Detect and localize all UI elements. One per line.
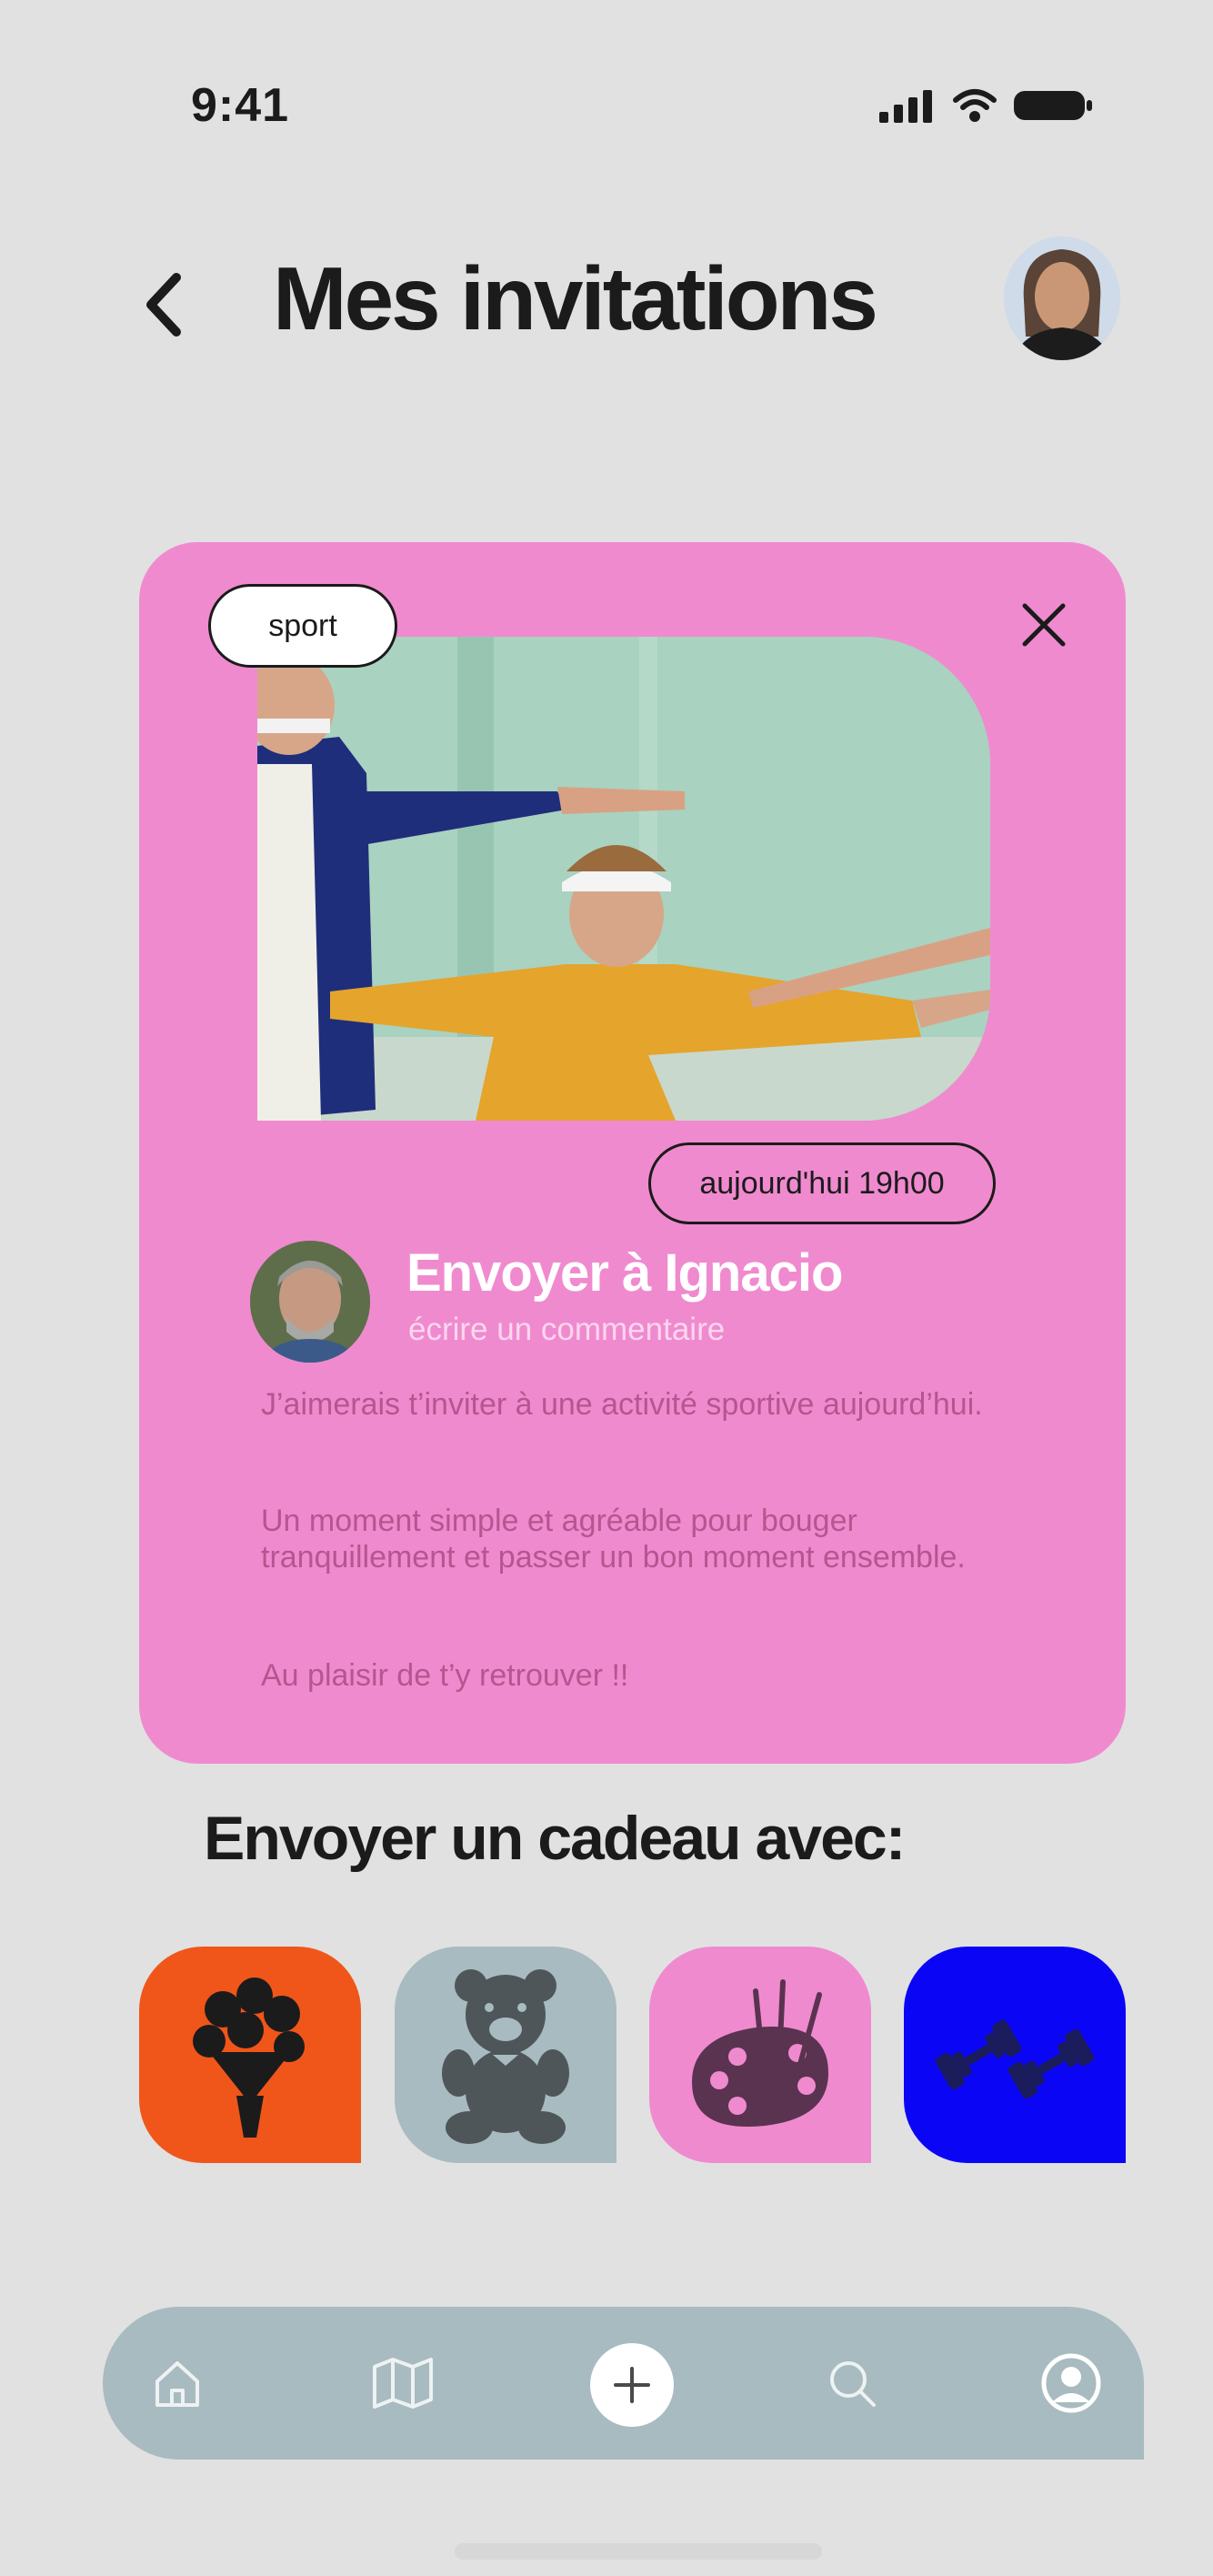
profile-icon [1041, 2353, 1101, 2413]
add-icon [614, 2367, 650, 2403]
nav-map[interactable] [366, 2347, 439, 2420]
nav-search[interactable] [816, 2347, 888, 2420]
datetime-badge: aujourd'hui 19h00 [648, 1142, 996, 1224]
gift-dumbbells-button[interactable] [904, 1947, 1126, 2163]
page-title: Mes invitations [273, 248, 878, 348]
category-tag: sport [208, 584, 397, 668]
recipient-avatar [250, 1241, 370, 1363]
dumbbells-icon [935, 2020, 1095, 2098]
nav-profile[interactable] [1035, 2347, 1108, 2420]
status-time: 9:41 [191, 79, 290, 132]
send-to-title: Envoyer à Ignacio [406, 1243, 843, 1303]
invitation-card: sport aujourd'hui 19h00 Envoyer à Ignaci… [139, 542, 1126, 1764]
chevron-left-icon [146, 273, 181, 337]
gift-bouquet-button[interactable] [139, 1947, 361, 2163]
wifi-icon [953, 89, 997, 122]
teddy-bear-icon [442, 1969, 569, 2144]
bouquet-icon [193, 1977, 305, 2138]
paint-palette-icon [692, 1979, 828, 2127]
user-avatar[interactable] [1004, 236, 1120, 360]
gift-section-title: Envoyer un cadeau avec: [204, 1804, 906, 1873]
close-icon [1022, 603, 1066, 647]
activity-photo [257, 637, 990, 1121]
message-paragraph: Au plaisir de t’y retrouver !! [261, 1658, 629, 1693]
message-paragraph: J’aimerais t’inviter à une activité spor… [261, 1387, 983, 1422]
nav-home[interactable] [141, 2347, 214, 2420]
gift-palette-button[interactable] [649, 1947, 871, 2163]
search-icon [830, 2361, 876, 2407]
nav-add-button[interactable] [590, 2343, 674, 2427]
gift-teddy-button[interactable] [395, 1947, 617, 2163]
map-icon [373, 2358, 433, 2409]
bottom-navigation [103, 2307, 1144, 2460]
home-indicator [455, 2543, 822, 2560]
back-button[interactable] [136, 268, 191, 341]
close-button[interactable] [1012, 593, 1076, 657]
message-paragraph: Un moment simple et agréable pour bouger… [261, 1504, 966, 1575]
status-icons [877, 87, 1094, 124]
battery-icon [1014, 91, 1092, 120]
comment-input[interactable]: écrire un commentaire [408, 1312, 725, 1348]
home-icon [155, 2361, 199, 2407]
cellular-signal-icon [879, 90, 932, 123]
